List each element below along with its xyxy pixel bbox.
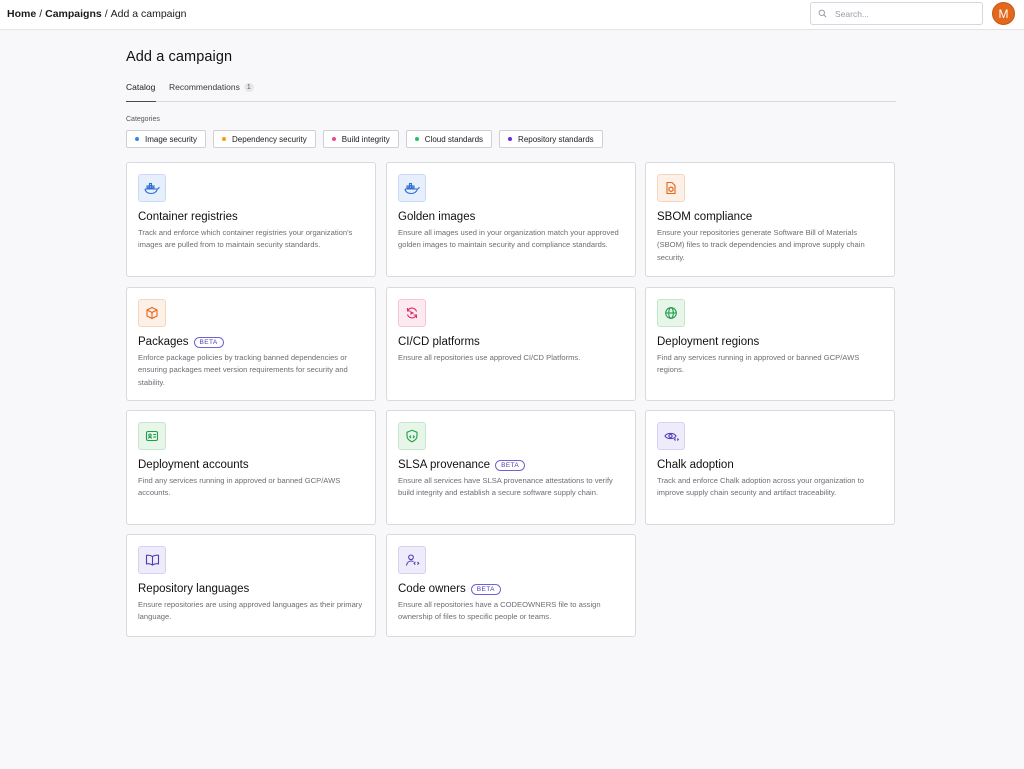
search-icon [818, 9, 827, 18]
tab-recommendations-label: Recommendations [169, 82, 240, 92]
book-open-icon [138, 546, 166, 574]
user-code-icon [398, 546, 426, 574]
card-title: Chalk adoption [657, 459, 734, 471]
breadcrumb: Home / Campaigns / Add a campaign [7, 8, 187, 20]
beta-badge: BETA [495, 459, 526, 471]
category-chip-label: Repository standards [518, 134, 594, 144]
package-icon [138, 299, 166, 327]
document-box-icon [657, 174, 685, 202]
card-title: Code owners BETA [398, 583, 501, 595]
search-input[interactable] [835, 8, 975, 19]
campaign-card-packages[interactable]: Packages BETA Enforce package policies by … [126, 287, 376, 401]
card-title: SLSA provenance BETA [398, 459, 526, 471]
card-title-text: Code owners [398, 583, 466, 595]
card-description: Ensure all repositories use approved CI/… [398, 353, 581, 362]
category-filter-chips: Image security Dependency security Build i… [126, 130, 603, 148]
category-chip-build-integrity[interactable]: Build integrity [322, 130, 399, 148]
user-avatar[interactable]: M [992, 2, 1015, 25]
id-card-icon [138, 422, 166, 450]
card-title-text: SLSA provenance [398, 459, 491, 471]
shield-code-icon [398, 422, 426, 450]
card-title-text: Container registries [138, 211, 238, 223]
card-description: Ensure all images used in your organizat… [398, 228, 619, 250]
card-title-text: Deployment regions [657, 336, 760, 348]
breadcrumb-separator: / [104, 8, 108, 20]
card-description: Find any services running in approved or… [138, 476, 341, 498]
breadcrumb-home-link[interactable]: Home [7, 8, 36, 20]
campaign-card-deployment-accounts[interactable]: Deployment accounts Find any services run… [126, 410, 376, 525]
card-description: Enforce package policies by tracking ban… [138, 353, 348, 387]
beta-badge: BETA [470, 583, 501, 595]
docker-whale-icon [398, 174, 426, 202]
campaign-card-chalk-adoption[interactable]: Chalk adoption Track and enforce Chalk ad… [645, 410, 895, 525]
eye-code-icon [657, 422, 685, 450]
card-description: Find any services running in approved or… [657, 353, 860, 375]
breadcrumb-current: Add a campaign [110, 8, 187, 20]
breadcrumb-separator: / [39, 8, 43, 20]
category-dot-icon [414, 137, 419, 141]
card-title-text: CI/CD platforms [398, 336, 480, 348]
categories-label: Categories [126, 116, 160, 123]
card-title: Packages BETA [138, 336, 224, 348]
card-description: Ensure your repositories generate Softwa… [657, 228, 865, 262]
campaign-card-deployment-regions[interactable]: Deployment regions Find any services runn… [645, 287, 895, 401]
category-dot-icon [508, 137, 513, 141]
tab-recommendations[interactable]: Recommendations 1 [169, 82, 254, 102]
card-title-text: Packages [138, 336, 189, 348]
card-title: Container registries [138, 211, 238, 223]
category-chip-label: Cloud standards [424, 134, 484, 144]
refresh-cycle-icon [398, 299, 426, 327]
tab-bar: Catalog Recommendations 1 [126, 82, 896, 102]
campaign-card-container-registries[interactable]: Container registries Track and enforce wh… [126, 162, 376, 277]
card-description: Track and enforce which container regist… [138, 228, 353, 250]
category-chip-dependency-security[interactable]: Dependency security [213, 130, 316, 148]
search-box[interactable] [810, 2, 983, 25]
category-chip-repository-standards[interactable]: Repository standards [499, 130, 603, 148]
card-title: CI/CD platforms [398, 336, 480, 348]
card-title-text: SBOM compliance [657, 211, 753, 223]
campaign-card-code-owners[interactable]: Code owners BETA Ensure all repositories h… [386, 534, 636, 637]
card-title: Golden images [398, 211, 475, 223]
top-bar: Home/Campaigns/Add a campaign M [0, 0, 1024, 30]
card-title-text: Chalk adoption [657, 459, 734, 471]
tab-catalog[interactable]: Catalog [126, 82, 156, 102]
card-description: Track and enforce Chalk adoption across … [657, 476, 864, 498]
card-title: Deployment accounts [138, 459, 249, 471]
category-chip-cloud-standards[interactable]: Cloud standards [405, 130, 493, 148]
page-title: Add a campaign [126, 49, 233, 65]
campaign-card-ci-cd-platforms[interactable]: CI/CD platforms Ensure all repositories u… [386, 287, 636, 401]
card-description: Ensure repositories are using approved l… [138, 600, 363, 622]
campaign-card-sbom-compliance[interactable]: SBOM compliance Ensure your repositories … [645, 162, 895, 277]
tab-catalog-label: Catalog [126, 82, 156, 92]
beta-badge: BETA [193, 336, 224, 348]
card-title-text: Golden images [398, 211, 476, 223]
card-title: Deployment regions [657, 336, 759, 348]
card-title-text: Repository languages [138, 583, 250, 595]
campaign-card-repository-languages[interactable]: Repository languages Ensure repositories … [126, 534, 376, 637]
card-title: SBOM compliance [657, 211, 752, 223]
recommendations-count-badge: 1 [243, 83, 254, 92]
campaign-card-slsa-provenance[interactable]: SLSA provenance BETA Ensure all services h… [386, 410, 636, 525]
category-dot-icon [222, 137, 227, 141]
docker-whale-icon [138, 174, 166, 202]
card-title: Repository languages [138, 583, 249, 595]
card-description: Ensure all services have SLSA provenance… [398, 476, 613, 498]
card-title-text: Deployment accounts [138, 459, 249, 471]
globe-icon [657, 299, 685, 327]
category-dot-icon [135, 137, 139, 141]
card-description: Ensure all repositories have a CODEOWNER… [398, 600, 601, 622]
breadcrumb-campaigns-link[interactable]: Campaigns [45, 8, 102, 20]
category-chip-label: Image security [145, 134, 198, 144]
campaign-card-golden-images[interactable]: Golden images Ensure all images used in y… [386, 162, 636, 277]
category-dot-icon [331, 137, 336, 141]
category-chip-label: Build integrity [341, 134, 390, 144]
category-chip-image-security[interactable]: Image security [126, 130, 207, 148]
category-chip-label: Dependency security [232, 134, 307, 144]
